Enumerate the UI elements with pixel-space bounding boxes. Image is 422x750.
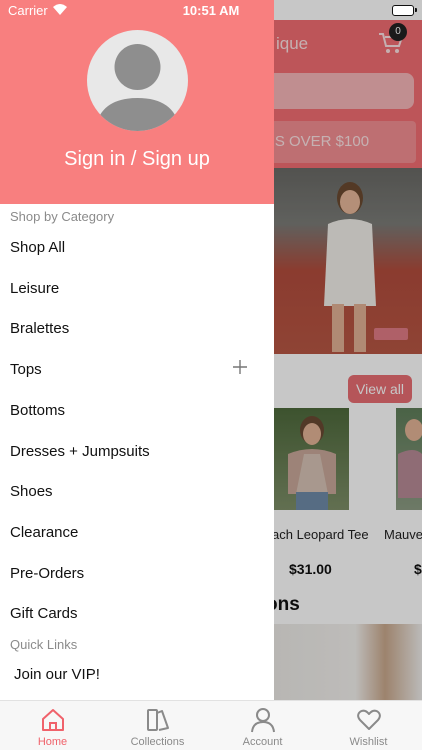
battery-icon xyxy=(392,5,417,16)
heart-icon xyxy=(357,709,381,730)
tab-home-label: Home xyxy=(37,736,68,748)
home-icon xyxy=(42,709,64,731)
menu-item-gift-cards[interactable]: Gift Cards xyxy=(10,602,260,626)
menu-item-bottoms[interactable]: Bottoms xyxy=(10,399,260,423)
tab-wishlist[interactable]: Wishlist xyxy=(316,701,421,750)
tab-home[interactable]: Home xyxy=(0,701,105,750)
category-heading: Shop by Category xyxy=(10,209,115,224)
quick-link-vip[interactable]: Join our VIP! xyxy=(14,663,100,687)
sign-in-link[interactable]: Sign in / Sign up xyxy=(0,148,274,171)
tab-bar: Home Collections Account Wishlist xyxy=(0,700,422,750)
status-bar: Carrier 10:51 AM xyxy=(0,0,422,20)
tab-collections-label: Collections xyxy=(130,736,185,748)
account-icon xyxy=(251,708,275,733)
avatar[interactable] xyxy=(87,30,188,131)
menu-item-shoes[interactable]: Shoes xyxy=(10,480,260,504)
quick-links-heading: Quick Links xyxy=(10,637,78,652)
collections-icon xyxy=(147,709,169,731)
menu-item-leisure[interactable]: Leisure xyxy=(10,277,260,301)
menu-item-dresses-jumpsuits[interactable]: Dresses + Jumpsuits xyxy=(10,440,260,464)
drawer-header: Sign in / Sign up xyxy=(0,0,274,204)
tab-collections[interactable]: Collections xyxy=(105,701,210,750)
tab-account[interactable]: Account xyxy=(210,701,315,750)
menu-item-shop-all[interactable]: Shop All xyxy=(10,236,260,260)
menu-item-pre-orders[interactable]: Pre-Orders xyxy=(10,562,260,586)
tab-wishlist-label: Wishlist xyxy=(349,736,388,748)
side-drawer: Sign in / Sign up Shop by Category Shop … xyxy=(0,0,274,700)
menu-item-bralettes[interactable]: Bralettes xyxy=(10,317,260,341)
menu-item-clearance[interactable]: Clearance xyxy=(10,521,260,545)
expand-plus-icon[interactable] xyxy=(232,359,248,375)
drawer-overlay-scrim[interactable] xyxy=(274,0,422,700)
tab-account-label: Account xyxy=(242,736,283,748)
menu-item-tops[interactable]: Tops xyxy=(10,358,260,382)
user-silhouette-icon xyxy=(95,44,180,131)
status-time: 10:51 AM xyxy=(182,3,240,18)
